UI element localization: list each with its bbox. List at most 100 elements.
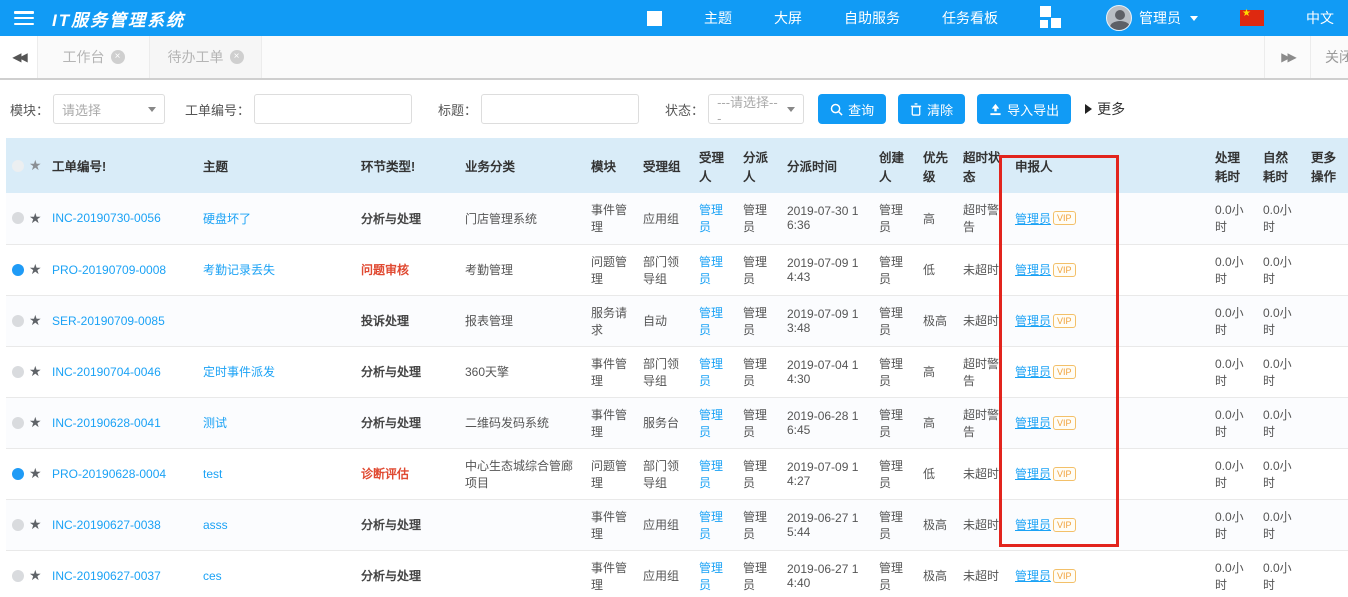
- close-icon[interactable]: ×: [111, 50, 125, 64]
- favorite-star-icon[interactable]: ★: [29, 516, 42, 532]
- reporter-link[interactable]: 管理员: [1015, 365, 1051, 379]
- row-radio[interactable]: [12, 315, 24, 327]
- accept-person-link[interactable]: 管理员: [699, 561, 723, 592]
- accept-person-link[interactable]: 管理员: [699, 306, 723, 337]
- tab-pending-orders[interactable]: 待办工单 ×: [150, 36, 262, 78]
- nav-taskboard[interactable]: 任务看板: [942, 8, 998, 28]
- reporter-link[interactable]: 管理员: [1015, 416, 1051, 430]
- subject-link[interactable]: 定时事件派发: [203, 365, 275, 379]
- dispatch-time-cell: 2019-06-28 16:45: [781, 397, 873, 448]
- table-row[interactable]: ★ PRO-20190709-0008 考勤记录丢失 问题审核 考勤管理 问题管…: [6, 244, 1348, 295]
- language-switch[interactable]: 中文: [1306, 8, 1334, 28]
- nav-theme[interactable]: 主题: [704, 8, 732, 28]
- import-export-button[interactable]: 导入导出: [977, 94, 1071, 124]
- favorite-star-icon[interactable]: ★: [29, 261, 42, 277]
- priority-cell: 极高: [917, 295, 957, 346]
- vip-badge: VIP: [1053, 314, 1076, 328]
- more-filters-toggle[interactable]: 更多: [1085, 99, 1125, 119]
- order-no-cell: INC-20190627-0038: [52, 499, 197, 550]
- module-cell: 服务请求: [585, 295, 637, 346]
- reporter-link[interactable]: 管理员: [1015, 467, 1051, 481]
- col-order-no: 工单编号!: [52, 138, 197, 193]
- accept-person-cell: 管理员: [693, 397, 737, 448]
- row-radio[interactable]: [12, 366, 24, 378]
- favorite-star-icon[interactable]: ★: [29, 210, 42, 226]
- order-no-link[interactable]: INC-20190627-0038: [52, 518, 161, 532]
- subject-link[interactable]: asss: [203, 518, 228, 532]
- order-no-link[interactable]: SER-20190709-0085: [52, 314, 165, 328]
- app-title: IT服务管理系统: [52, 6, 185, 31]
- reporter-link[interactable]: 管理员: [1015, 314, 1051, 328]
- favorite-star-icon[interactable]: ★: [29, 312, 42, 328]
- reporter-link[interactable]: 管理员: [1015, 212, 1051, 226]
- accept-person-link[interactable]: 管理员: [699, 255, 723, 286]
- nav-bigscreen[interactable]: 大屏: [774, 8, 802, 28]
- reporter-cell: 管理员VIP: [1009, 448, 1209, 499]
- user-avatar[interactable]: [1106, 5, 1132, 31]
- menu-hamburger-icon[interactable]: [14, 11, 34, 25]
- table-row[interactable]: ★ INC-20190627-0037 ces 分析与处理 事件管理 应用组 管…: [6, 550, 1348, 597]
- title-input[interactable]: [481, 94, 639, 124]
- close-icon[interactable]: ×: [230, 50, 244, 64]
- subject-link[interactable]: 硬盘坏了: [203, 212, 251, 226]
- table-row[interactable]: ★ PRO-20190628-0004 test 诊断评估 中心生态城综合管廊项…: [6, 448, 1348, 499]
- favorite-star-icon[interactable]: ★: [29, 567, 42, 583]
- tabs-scroll-left-button[interactable]: ◀◀: [0, 36, 38, 78]
- tab-workbench[interactable]: 工作台 ×: [38, 36, 150, 78]
- table-row[interactable]: ★ INC-20190730-0056 硬盘坏了 分析与处理 门店管理系统 事件…: [6, 193, 1348, 244]
- accept-group-cell: 应用组: [637, 499, 693, 550]
- order-no-link[interactable]: INC-20190730-0056: [52, 211, 161, 225]
- table-row[interactable]: ★ INC-20190627-0038 asss 分析与处理 事件管理 应用组 …: [6, 499, 1348, 550]
- accept-person-link[interactable]: 管理员: [699, 408, 723, 439]
- reporter-link[interactable]: 管理员: [1015, 518, 1051, 532]
- dispatcher-cell: 管理员: [737, 397, 781, 448]
- order-no-link[interactable]: PRO-20190628-0004: [52, 467, 166, 481]
- tabs-close-menu[interactable]: 关闭: [1310, 36, 1348, 78]
- accept-person-link[interactable]: 管理员: [699, 203, 723, 234]
- table-header-row: ★ 工单编号! 主题 环节类型! 业务分类 模块 受理组 受理人 分派人 分派时…: [6, 138, 1348, 193]
- row-radio[interactable]: [12, 570, 24, 582]
- search-button[interactable]: 查询: [818, 94, 886, 124]
- subject-link[interactable]: 测试: [203, 416, 227, 430]
- reporter-link[interactable]: 管理员: [1015, 569, 1051, 583]
- favorite-star-icon[interactable]: ★: [29, 465, 42, 481]
- clear-button[interactable]: 清除: [898, 94, 965, 124]
- row-radio[interactable]: [12, 468, 24, 480]
- favorite-star-icon[interactable]: ★: [29, 414, 42, 430]
- module-select[interactable]: 请选择: [53, 94, 165, 124]
- order-no-link[interactable]: PRO-20190709-0008: [52, 263, 166, 277]
- subject-link[interactable]: 考勤记录丢失: [203, 263, 275, 277]
- accept-person-link[interactable]: 管理员: [699, 510, 723, 541]
- reporter-cell: 管理员VIP: [1009, 193, 1209, 244]
- order-no-input[interactable]: [254, 94, 412, 124]
- accept-group-cell: 应用组: [637, 550, 693, 597]
- row-radio[interactable]: [12, 264, 24, 276]
- row-radio[interactable]: [12, 519, 24, 531]
- nav-selfservice[interactable]: 自助服务: [844, 8, 900, 28]
- subject-link[interactable]: ces: [203, 569, 222, 583]
- table-row[interactable]: ★ SER-20190709-0085 投诉处理 报表管理 服务请求 自动 管理…: [6, 295, 1348, 346]
- user-menu[interactable]: 管理员: [1106, 5, 1198, 31]
- status-label: 状态：: [665, 100, 704, 119]
- tabs-scroll-right-button[interactable]: ▶▶: [1264, 36, 1310, 78]
- category-cell: 中心生态城综合管廊项目: [459, 448, 585, 499]
- china-flag-icon[interactable]: ★: [1240, 10, 1264, 26]
- status-select[interactable]: ---请选择---: [708, 94, 804, 124]
- accept-person-link[interactable]: 管理员: [699, 459, 723, 490]
- order-no-link[interactable]: INC-20190704-0046: [52, 365, 161, 379]
- order-no-link[interactable]: INC-20190627-0037: [52, 569, 161, 583]
- fullscreen-icon[interactable]: [647, 11, 662, 26]
- table-row[interactable]: ★ INC-20190704-0046 定时事件派发 分析与处理 360天擎 事…: [6, 346, 1348, 397]
- apps-grid-icon[interactable]: [1040, 6, 1064, 30]
- select-all-radio[interactable]: [12, 160, 24, 172]
- row-radio[interactable]: [12, 417, 24, 429]
- accept-person-link[interactable]: 管理员: [699, 357, 723, 388]
- col-dispatcher: 分派人: [737, 138, 781, 193]
- row-radio[interactable]: [12, 212, 24, 224]
- reporter-link[interactable]: 管理员: [1015, 263, 1051, 277]
- subject-link[interactable]: test: [203, 467, 222, 481]
- favorite-star-icon[interactable]: ★: [29, 363, 42, 379]
- order-no-link[interactable]: INC-20190628-0041: [52, 416, 161, 430]
- favorite-star-icon[interactable]: ★: [29, 157, 42, 173]
- table-row[interactable]: ★ INC-20190628-0041 测试 分析与处理 二维码发码系统 事件管…: [6, 397, 1348, 448]
